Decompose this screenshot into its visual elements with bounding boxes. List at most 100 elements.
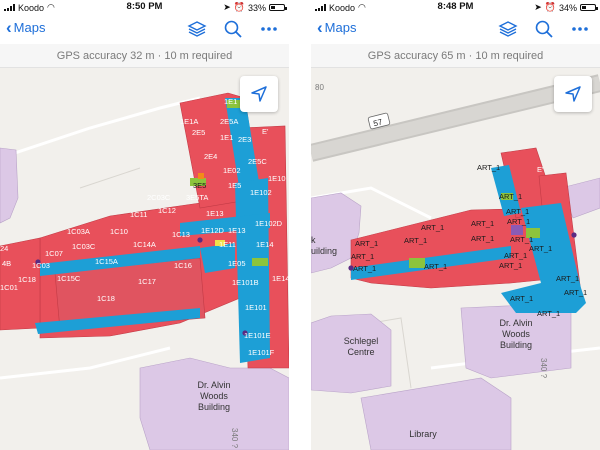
nav-tools [498, 19, 590, 39]
svg-text:1C15A: 1C15A [95, 257, 118, 266]
locate-button[interactable] [240, 76, 278, 112]
svg-text:3E5: 3E5 [193, 181, 206, 190]
map-view[interactable]: 1E1 1E1A 2E5A 2E5 1E1 2E3 2E4 2E5C 1E02 … [0, 68, 289, 450]
locate-button[interactable] [554, 76, 592, 112]
battery-percent: 34% [558, 2, 577, 13]
search-button[interactable] [534, 19, 554, 39]
svg-text:Building: Building [198, 402, 230, 412]
svg-text:1E102D: 1E102D [255, 219, 283, 228]
svg-text:Library: Library [409, 429, 437, 439]
svg-text:ART_1: ART_1 [355, 239, 378, 248]
gps-accuracy-bar: GPS accuracy 32 m · 10 m required [0, 44, 289, 68]
nav-bar: ‹ Maps [0, 14, 289, 44]
back-button[interactable]: ‹ Maps [6, 17, 46, 37]
svg-text:1E02: 1E02 [223, 166, 241, 175]
status-bar: Koodo ◠ 8:48 PM ➤ ⏰ 34% [311, 0, 600, 14]
svg-text:1E101: 1E101 [245, 303, 267, 312]
svg-text:1E101F: 1E101F [248, 348, 275, 357]
layers-button[interactable] [498, 19, 518, 39]
svg-text:E': E' [537, 165, 544, 174]
svg-text:1E102: 1E102 [250, 188, 272, 197]
svg-text:2C03C: 2C03C [147, 193, 171, 202]
gps-accuracy-bar: GPS accuracy 65 m · 10 m required [311, 44, 600, 68]
svg-text:1C03C: 1C03C [72, 242, 96, 251]
back-label: Maps [324, 20, 357, 35]
svg-text:1C03: 1C03 [32, 261, 50, 270]
svg-text:ART_1: ART_1 [564, 288, 587, 297]
navigation-arrow-icon [251, 86, 267, 102]
svg-text:ART_1: ART_1 [471, 219, 494, 228]
svg-text:ART_1: ART_1 [537, 309, 560, 318]
svg-text:1E1A: 1E1A [180, 117, 198, 126]
svg-text:Dr. Alvin: Dr. Alvin [197, 380, 230, 390]
svg-text:1E5: 1E5 [228, 181, 241, 190]
battery-percent: 33% [247, 2, 266, 13]
svg-text:1E101E: 1E101E [244, 331, 271, 340]
back-button[interactable]: ‹ Maps [317, 17, 357, 37]
map-view[interactable]: 57 80 ART_1 ART_1 ART_1 ART_1 ART_1 ART_… [311, 68, 600, 450]
svg-text:E': E' [262, 127, 269, 136]
back-label: Maps [13, 20, 46, 35]
svg-text:1E10: 1E10 [268, 174, 286, 183]
road-number-80: 80 [315, 83, 324, 92]
svg-text:k: k [311, 235, 316, 245]
svg-text:Schlegel: Schlegel [344, 336, 379, 346]
layers-button[interactable] [187, 19, 207, 39]
svg-text:1C12: 1C12 [158, 206, 176, 215]
svg-text:2E5C: 2E5C [248, 157, 267, 166]
svg-text:ART_1: ART_1 [499, 192, 522, 201]
chevron-left-icon: ‹ [6, 17, 12, 37]
alarm-icon: ⏰ [233, 2, 245, 12]
more-button[interactable] [570, 19, 590, 39]
svg-text:3E5TA: 3E5TA [186, 193, 208, 202]
svg-text:ART_1: ART_1 [351, 252, 374, 261]
svg-text:ART_1: ART_1 [477, 163, 500, 172]
svg-text:ART_1: ART_1 [506, 207, 529, 216]
svg-text:1E05: 1E05 [228, 259, 246, 268]
svg-text:1C18: 1C18 [18, 275, 36, 284]
svg-text:1E13: 1E13 [206, 209, 224, 218]
more-icon [572, 27, 588, 31]
svg-text:1E101B: 1E101B [232, 278, 259, 287]
search-button[interactable] [223, 19, 243, 39]
svg-text:1E11: 1E11 [219, 240, 236, 249]
svg-text:4B: 4B [2, 259, 11, 268]
svg-text:ART_1: ART_1 [510, 294, 533, 303]
navigation-arrow-icon [565, 86, 581, 102]
svg-text:Centre: Centre [347, 347, 374, 357]
svg-text:1C16: 1C16 [174, 261, 192, 270]
svg-text:2E4: 2E4 [204, 152, 217, 161]
chevron-left-icon: ‹ [317, 17, 323, 37]
alarm-icon: ⏰ [544, 2, 556, 12]
status-right: ➤ ⏰ 33% [223, 2, 287, 13]
status-bar: Koodo ◠ 8:50 PM ➤ ⏰ 33% [0, 0, 289, 14]
svg-text:1C13: 1C13 [172, 230, 190, 239]
svg-text:ART_1: ART_1 [529, 244, 552, 253]
left-screen: Koodo ◠ 8:50 PM ➤ ⏰ 33% ‹ Maps GPS accur… [0, 0, 289, 450]
svg-text:340 ?: 340 ? [539, 358, 548, 379]
svg-text:ART_1: ART_1 [471, 234, 494, 243]
svg-text:1E1: 1E1 [224, 97, 237, 106]
nav-tools [187, 19, 279, 39]
svg-text:Building: Building [500, 340, 532, 350]
svg-text:Dr. Alvin: Dr. Alvin [499, 318, 532, 328]
svg-text:ART_1: ART_1 [504, 251, 527, 260]
svg-text:2E5: 2E5 [192, 128, 205, 137]
svg-text:1E14: 1E14 [256, 240, 274, 249]
status-right: ➤ ⏰ 34% [534, 2, 598, 13]
search-icon [535, 20, 553, 38]
location-arrow-icon: ➤ [223, 2, 231, 12]
svg-text:1C07: 1C07 [45, 249, 63, 258]
battery-icon [580, 4, 598, 11]
battery-icon [269, 4, 287, 11]
svg-text:340 ?: 340 ? [230, 428, 239, 449]
svg-text:ART_1: ART_1 [353, 264, 376, 273]
svg-text:ART_1: ART_1 [499, 261, 522, 270]
svg-text:2E3: 2E3 [238, 135, 251, 144]
more-button[interactable] [259, 19, 279, 39]
svg-text:1C18: 1C18 [97, 294, 115, 303]
svg-text:ART_1: ART_1 [510, 235, 533, 244]
nav-bar: ‹ Maps [311, 14, 600, 44]
svg-text:1C03A: 1C03A [67, 227, 90, 236]
svg-text:1E14: 1E14 [272, 274, 289, 283]
